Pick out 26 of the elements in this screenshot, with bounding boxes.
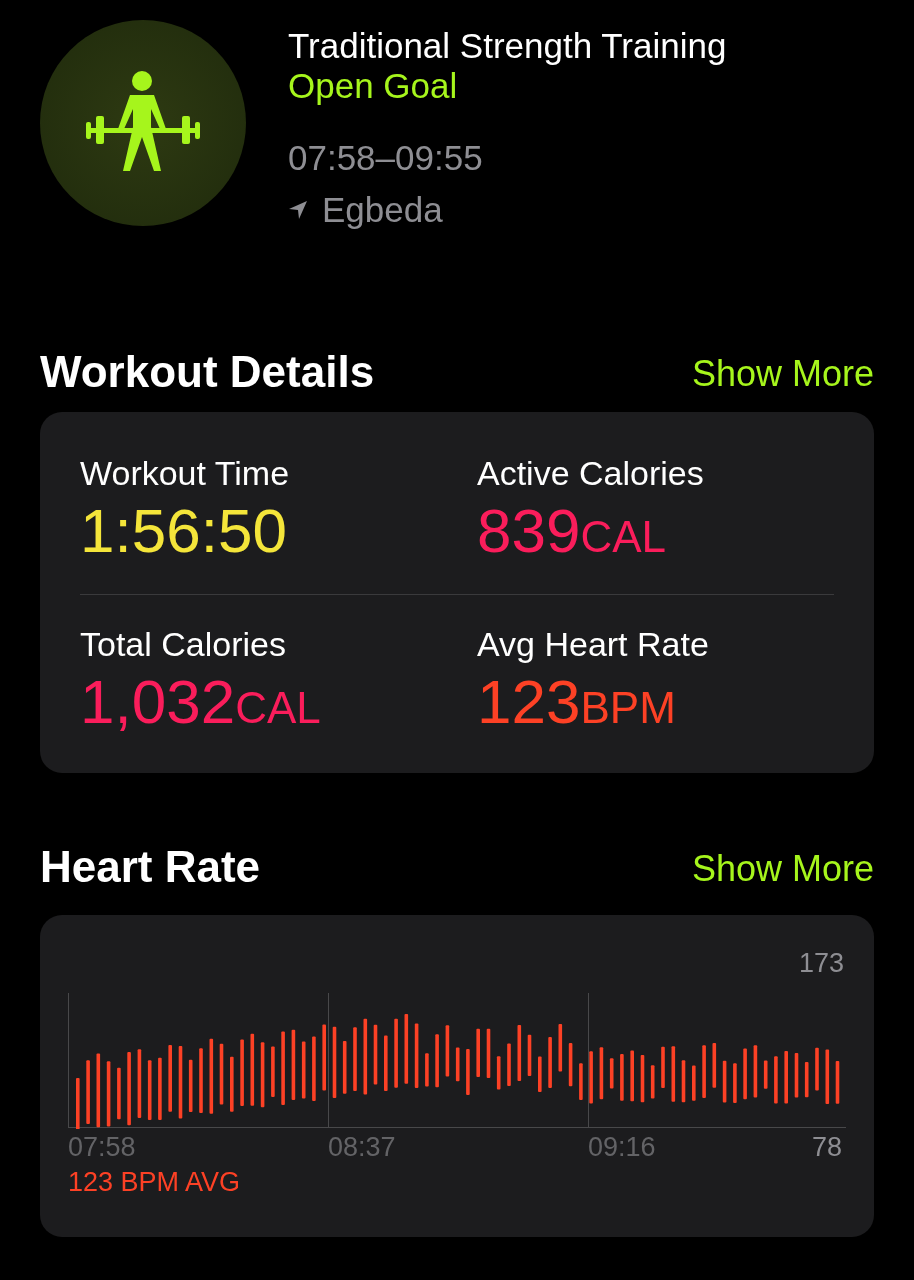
metric-label: Active Calories (477, 453, 705, 494)
metric-unit: BPM (580, 683, 676, 733)
location-label: Egbeda (322, 190, 443, 230)
metric-value: 1,032 (80, 667, 236, 737)
metric-unit: CAL (580, 512, 667, 562)
goal-label: Open Goal (288, 66, 459, 106)
workout-title: Traditional Strength Training (288, 26, 727, 66)
metric-value: 123 (477, 667, 581, 737)
location-arrow-icon (288, 200, 308, 220)
max-value-label: 173 (798, 947, 844, 980)
section-title: Heart Rate (40, 841, 261, 893)
min-value-label: 78 (811, 1131, 842, 1163)
section-title: Workout Details (40, 346, 375, 398)
average-label: 123 BPM AVG (68, 1166, 242, 1199)
time-range: 07:58–09:55 (288, 138, 484, 178)
metric-value: 1:56:50 (80, 496, 287, 566)
show-more-link[interactable]: Show More (691, 845, 874, 893)
time-axis-label: 08:37 (328, 1131, 396, 1163)
metric-label: Workout Time (80, 453, 291, 494)
metric-label: Total Calories (80, 624, 287, 665)
time-axis-label: 07:58 (68, 1131, 136, 1163)
metric-unit: CAL (235, 683, 321, 733)
metric-label: Avg Heart Rate (477, 624, 710, 665)
metric-value: 839 (477, 496, 581, 566)
time-axis-label: 09:16 (588, 1131, 656, 1163)
show-more-link[interactable]: Show More (691, 350, 874, 398)
